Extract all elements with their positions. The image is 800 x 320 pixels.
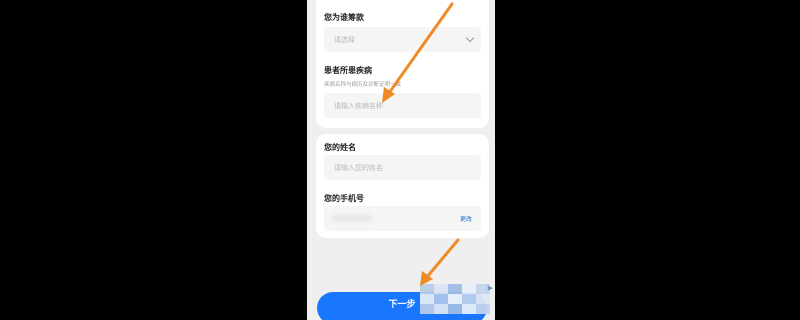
annotation-arrow-top [382, 2, 454, 103]
annotation-arrows [382, 2, 460, 286]
annotation-arrow-bottom [420, 238, 460, 286]
